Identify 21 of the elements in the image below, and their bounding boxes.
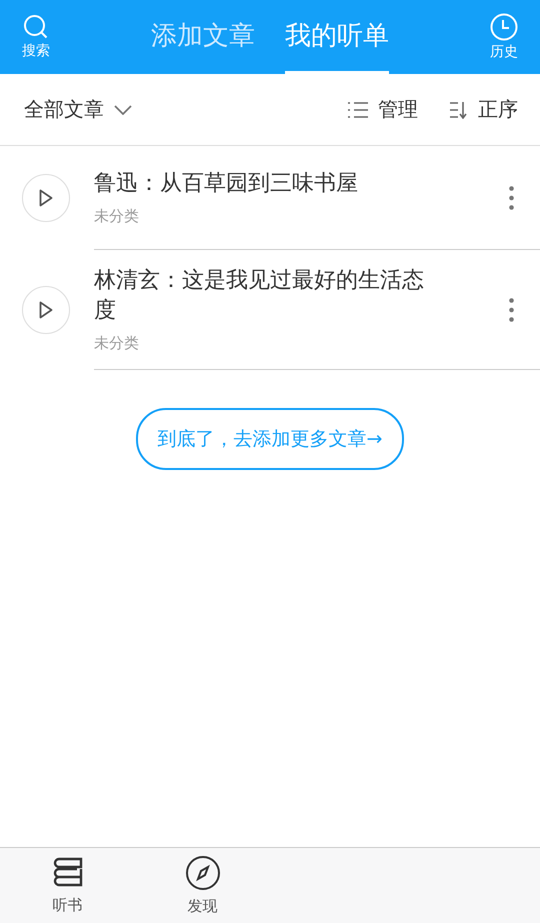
article-category: 未分类 — [94, 207, 140, 226]
compass-icon — [184, 855, 220, 891]
sort-button[interactable]: 正序 — [450, 96, 518, 123]
sort-icon — [450, 100, 468, 118]
search-icon — [23, 14, 49, 40]
clock-icon — [490, 13, 518, 41]
article-title: 林清玄：这是我见过最好的生活态度 — [94, 267, 425, 325]
filter-dropdown[interactable]: 全部文章 — [24, 96, 132, 123]
nav-tab[interactable]: 发现 — [135, 848, 270, 923]
article-title: 鲁迅：从百草园到三味书屋 — [94, 170, 359, 198]
list-icon — [348, 100, 368, 118]
nav-tab[interactable]: 听书 — [0, 848, 135, 923]
play-button[interactable] — [22, 286, 70, 334]
play-icon — [39, 189, 53, 207]
chevron-down-icon — [114, 104, 132, 114]
manage-button[interactable]: 管理 — [348, 96, 418, 123]
play-button[interactable] — [22, 174, 70, 222]
play-icon — [39, 301, 53, 319]
more-vertical-icon — [509, 298, 514, 322]
more-vertical-icon — [509, 186, 514, 210]
article-category: 未分类 — [94, 334, 140, 353]
